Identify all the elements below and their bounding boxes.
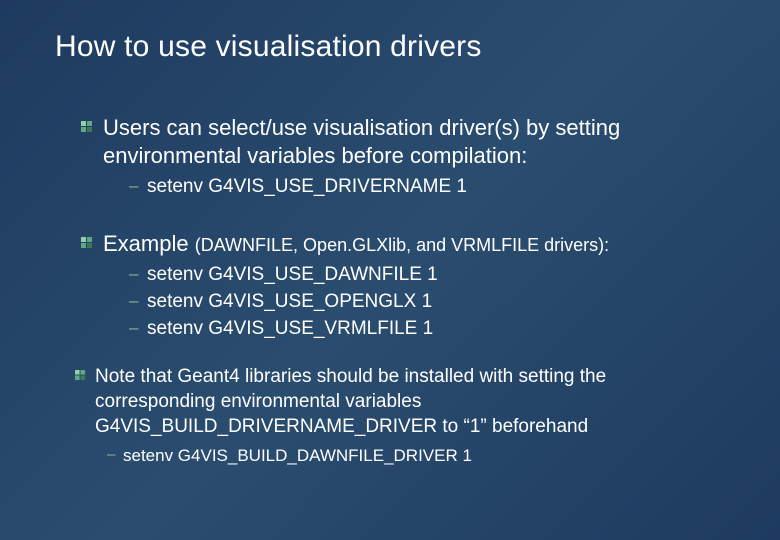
sub-text: setenv G4VIS_USE_DAWNFILE 1: [147, 264, 438, 285]
sub-item: – setenv G4VIS_USE_DAWNFILE 1: [147, 263, 730, 288]
sub-item: – setenv G4VIS_USE_VRMLFILE 1: [147, 317, 730, 342]
dash-icon: –: [107, 445, 115, 465]
sub-text: setenv G4VIS_USE_DRIVERNAME 1: [147, 176, 467, 197]
sub-text: setenv G4VIS_USE_VRMLFILE 1: [147, 318, 433, 339]
bullet-block-2: Example (DAWNFILE, Open.GLXlib, and VRML…: [55, 230, 730, 342]
slide: How to use visualisation drivers Users c…: [0, 0, 780, 540]
sub-text: setenv G4VIS_USE_OPENGLX 1: [147, 291, 432, 312]
bullet-item-2: Example (DAWNFILE, Open.GLXlib, and VRML…: [103, 230, 730, 258]
bullet-text: Users can select/use visualisation drive…: [103, 115, 620, 168]
bullet-block-3: Note that Geant4 libraries should be ins…: [55, 365, 730, 467]
sub-text: setenv G4VIS_BUILD_DAWNFILE_DRIVER 1: [123, 446, 472, 465]
bullet-block-1: Users can select/use visualisation drive…: [55, 114, 730, 200]
slide-title: How to use visualisation drivers: [55, 30, 730, 64]
dash-icon: –: [129, 175, 138, 197]
bullet-icon: [75, 370, 86, 381]
bullet-text: Note that Geant4 libraries should be ins…: [95, 366, 606, 436]
bullet-lead: Example: [103, 231, 195, 256]
dash-icon: –: [129, 263, 138, 285]
bullet-item-1: Users can select/use visualisation drive…: [103, 114, 730, 169]
bullet-icon: [81, 121, 93, 133]
bullet-paren: (DAWNFILE, Open.GLXlib, and VRMLFILE dri…: [195, 235, 609, 255]
sub-item: – setenv G4VIS_USE_OPENGLX 1: [147, 290, 730, 315]
bullet-icon: [81, 237, 93, 249]
sub-item: – setenv G4VIS_USE_DRIVERNAME 1: [147, 175, 730, 200]
dash-icon: –: [129, 290, 138, 312]
sub-item: – setenv G4VIS_BUILD_DAWNFILE_DRIVER 1: [123, 445, 730, 467]
bullet-item-3: Note that Geant4 libraries should be ins…: [95, 365, 730, 439]
dash-icon: –: [129, 317, 138, 339]
